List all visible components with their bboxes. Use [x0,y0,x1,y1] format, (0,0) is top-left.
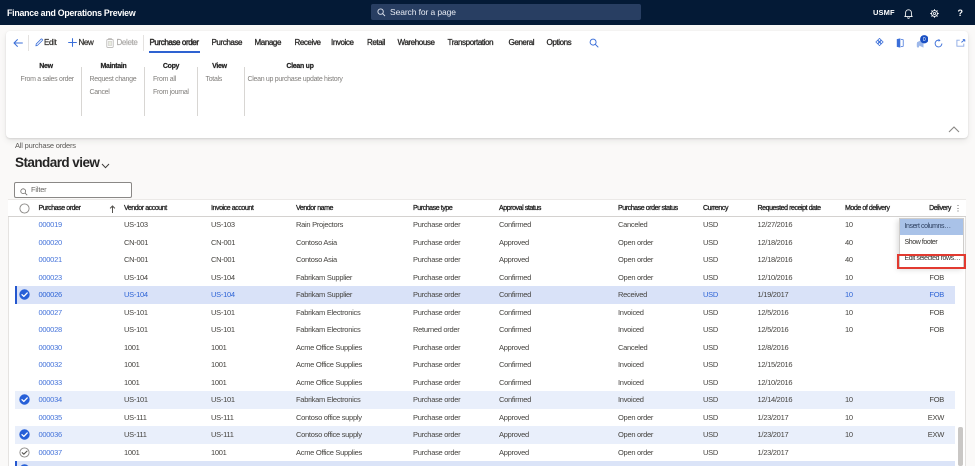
svg-text:0: 0 [922,37,925,43]
